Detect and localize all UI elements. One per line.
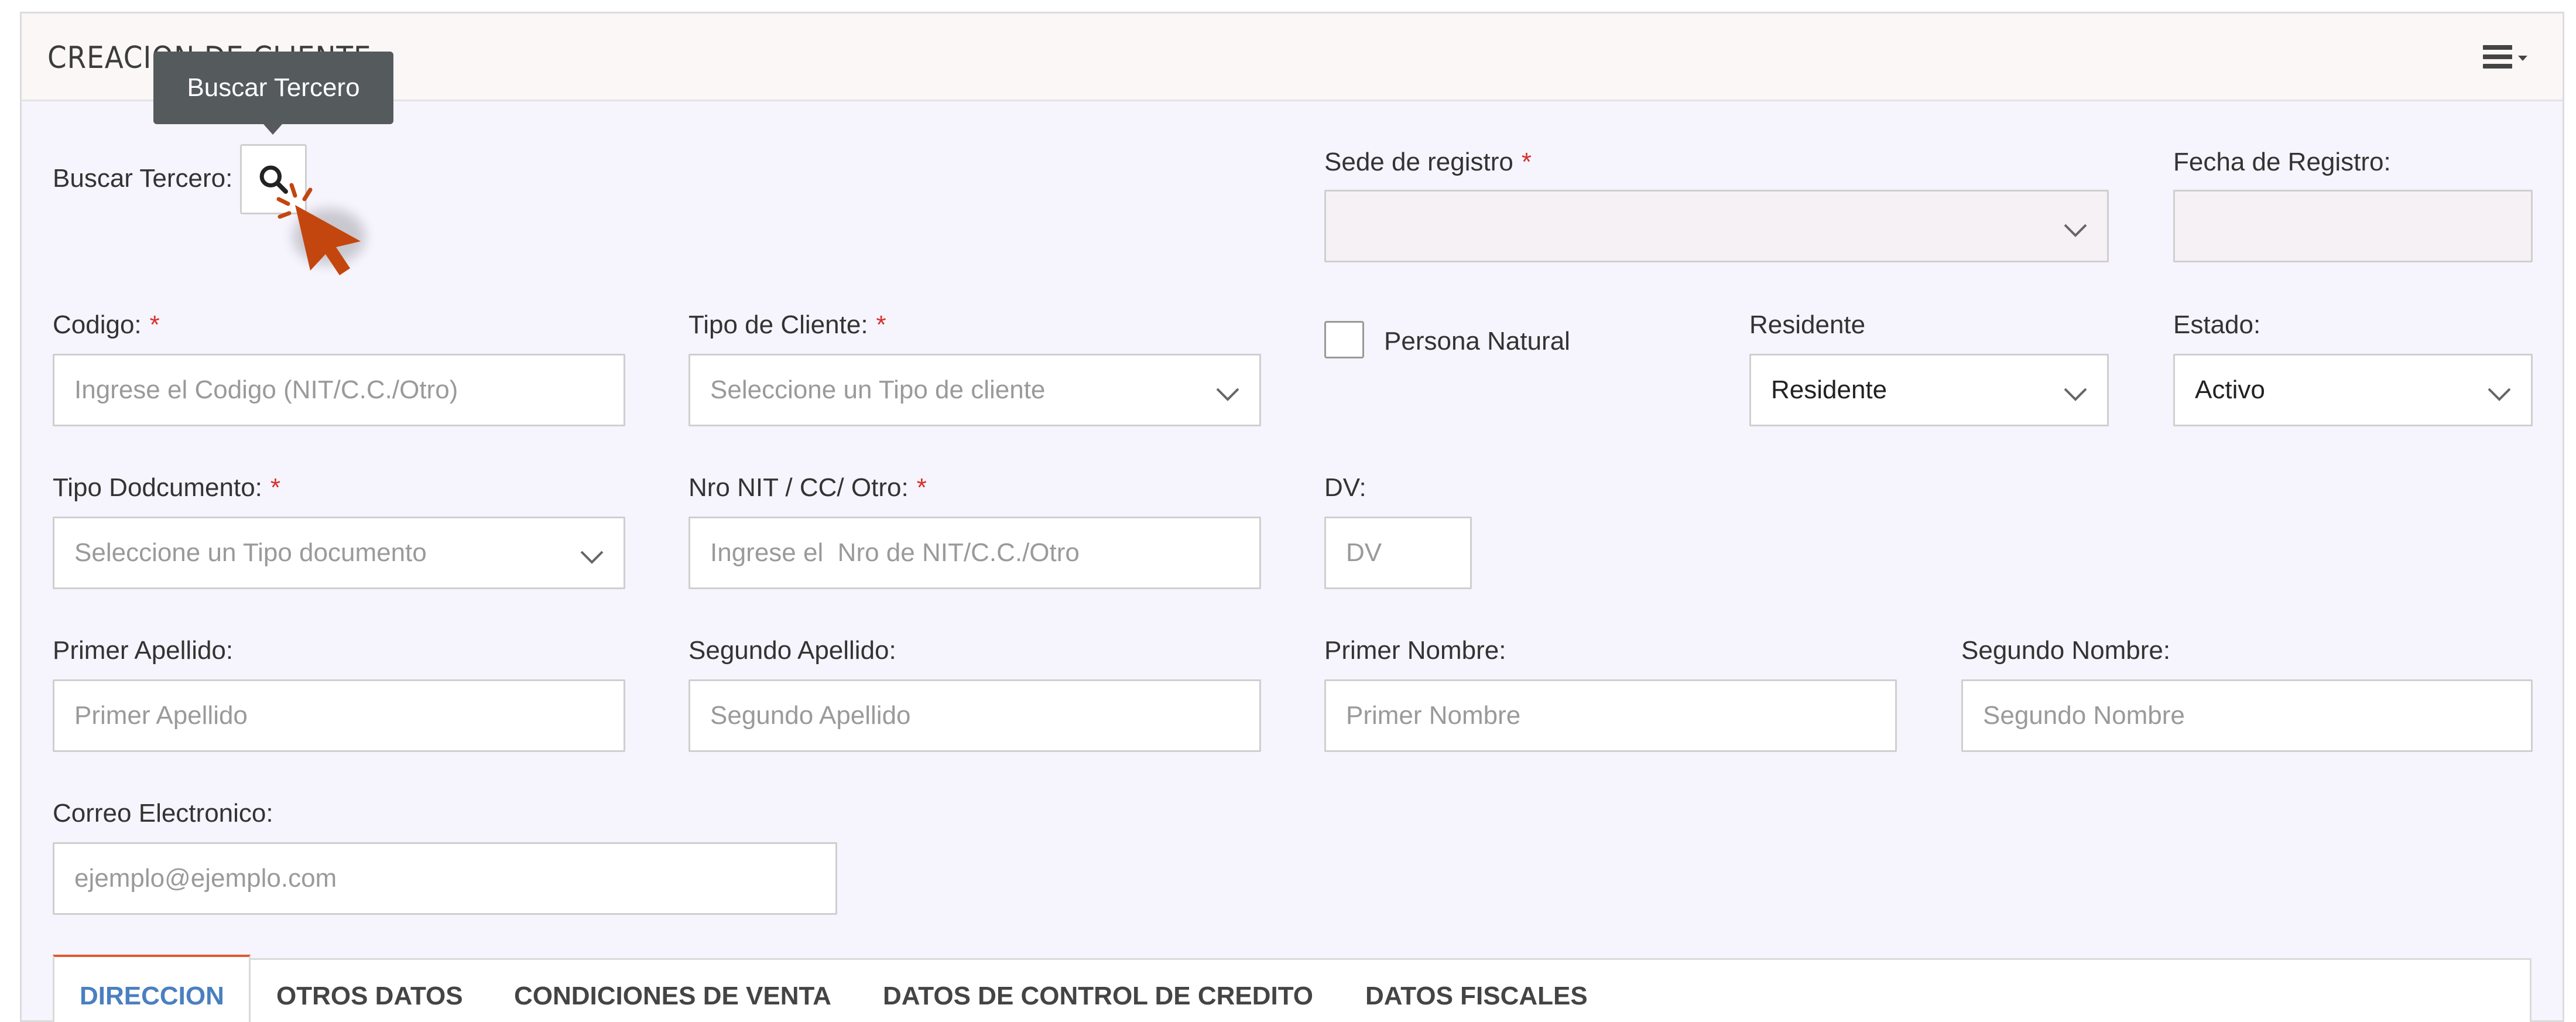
correo-label: Correo Electronico: (53, 799, 273, 828)
persona-natural-checkbox[interactable] (1324, 321, 1364, 358)
dv-input[interactable]: DV (1324, 517, 1472, 589)
fecha-registro-field[interactable] (2173, 190, 2533, 262)
sede-select[interactable] (1324, 190, 2109, 262)
primer-nombre-label: Primer Nombre: (1324, 636, 1506, 665)
segundo-nombre-label: Segundo Nombre: (1961, 636, 2171, 665)
primer-apellido-label: Primer Apellido: (53, 636, 234, 665)
panel-header: CREACION DE CLIENTE (22, 13, 2563, 101)
nro-nit-input[interactable]: Ingrese el Nro de NIT/C.C./Otro (688, 517, 1261, 589)
residente-select[interactable]: Residente (1749, 354, 2109, 426)
fecha-registro-label: Fecha de Registro: (2173, 148, 2391, 176)
pointer-cursor-icon (276, 183, 365, 275)
tooltip-arrow (263, 124, 282, 135)
nro-nit-label: Nro NIT / CC/ Otro: * (688, 473, 927, 502)
residente-label: Residente (1749, 310, 1866, 339)
chevron-down-icon (2063, 216, 2087, 237)
primer-apellido-input[interactable]: Primer Apellido (53, 679, 625, 752)
chevron-down-icon (579, 543, 604, 564)
persona-natural-label: Persona Natural (1384, 327, 1570, 356)
correo-input[interactable]: ejemplo@ejemplo.com (53, 842, 837, 915)
segundo-apellido-label: Segundo Apellido: (688, 636, 896, 665)
tab-direccion[interactable]: DIRECCION (80, 982, 224, 1011)
chevron-down-icon (2063, 380, 2087, 401)
segundo-apellido-input[interactable]: Segundo Apellido (688, 679, 1261, 752)
tab-datos-control-credito[interactable]: DATOS DE CONTROL DE CREDITO (883, 982, 1313, 1011)
tipo-documento-select[interactable]: Seleccione un Tipo documento (53, 517, 625, 589)
chevron-down-icon (2486, 380, 2511, 401)
estado-label: Estado: (2173, 310, 2261, 339)
primer-nombre-input[interactable]: Primer Nombre (1324, 679, 1897, 752)
tab-datos-fiscales[interactable]: DATOS FISCALES (1365, 982, 1588, 1011)
buscar-tercero-tooltip: Buscar Tercero (153, 52, 393, 124)
tipo-cliente-label: Tipo de Cliente: * (688, 310, 886, 339)
tipo-documento-label: Tipo Dodcumento: * (53, 473, 281, 502)
tab-condiciones-venta[interactable]: CONDICIONES DE VENTA (514, 982, 831, 1011)
sede-label: Sede de registro * (1324, 148, 1532, 176)
buscar-tercero-label: Buscar Tercero: (53, 164, 233, 193)
segundo-nombre-input[interactable]: Segundo Nombre (1961, 679, 2533, 752)
dv-label: DV: (1324, 473, 1366, 502)
caret-down-icon (2518, 55, 2527, 61)
codigo-label: Codigo: * (53, 310, 160, 339)
tipo-cliente-select[interactable]: Seleccione un Tipo de cliente (688, 354, 1261, 426)
codigo-input[interactable]: Ingrese el Codigo (NIT/C.C./Otro) (53, 354, 625, 426)
estado-select[interactable]: Activo (2173, 354, 2533, 426)
chevron-down-icon (1215, 380, 1239, 401)
tab-otros-datos[interactable]: OTROS DATOS (276, 982, 463, 1011)
hamburger-menu-icon[interactable] (2483, 39, 2547, 74)
